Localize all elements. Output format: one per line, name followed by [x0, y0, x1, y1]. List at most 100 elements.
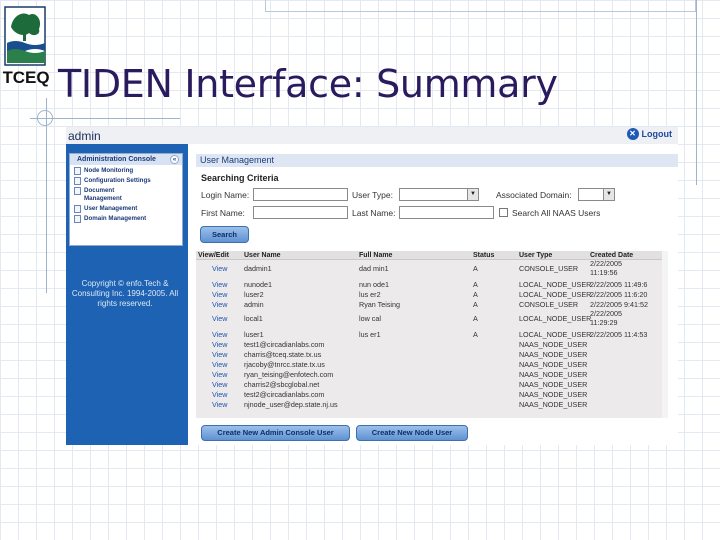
created-date-cell: 2/22/2005 11:4:53 [590, 330, 648, 339]
panel-title-text: Administration Console [77, 156, 156, 163]
user-name-cell: test1@circadianlabs.com [244, 340, 325, 349]
status-cell: A [473, 280, 478, 289]
logout-button[interactable]: ✕ Logout [626, 128, 673, 140]
full-name-cell: low cal [359, 314, 381, 323]
sidebar-item-node-monitoring[interactable]: Node Monitoring [70, 165, 182, 175]
created-time-cell: 11:19:56 [590, 268, 618, 277]
last-name-input[interactable] [399, 206, 494, 219]
user-type-cell: LOCAL_NODE_USER [519, 280, 592, 289]
created-date-cell: 2/22/2005 9:41:52 [590, 300, 648, 309]
view-link[interactable]: View [212, 315, 227, 323]
view-link[interactable]: View [212, 291, 227, 299]
search-button[interactable]: Search [200, 226, 249, 243]
sidebar-item-label: Document Management [84, 187, 122, 202]
created-date-cell: 2/22/2005 11:49:6 [590, 280, 648, 289]
view-link[interactable]: View [212, 301, 227, 309]
user-name-cell: rjacoby@tnrcc.state.tx.us [244, 360, 325, 369]
user-name-cell: njnode_user@dep.state.nj.us [244, 400, 338, 409]
status-cell: A [473, 300, 478, 309]
collapse-icon[interactable]: « [170, 155, 179, 164]
app-title: admin [68, 129, 101, 143]
column-header-status: Status [473, 252, 495, 259]
created-date-cell: 2/22/2005 [590, 259, 622, 268]
decorative-line [46, 98, 47, 293]
view-link[interactable]: View [212, 371, 227, 379]
first-name-input[interactable] [253, 206, 348, 219]
view-link[interactable]: View [212, 401, 227, 409]
tceq-logo: TCEQ [2, 5, 50, 89]
page-icon [74, 187, 81, 195]
user-type-select[interactable]: ▼ [399, 188, 479, 201]
status-cell: A [473, 314, 478, 323]
search-all-checkbox[interactable] [499, 208, 508, 217]
associated-domain-select[interactable]: ▼ [578, 188, 615, 201]
user-type-cell: NAAS_NODE_USER [519, 360, 588, 369]
full-name-cell: nun ode1 [359, 280, 389, 289]
decorative-frame [265, 0, 696, 12]
page-icon [74, 177, 81, 185]
decorative-line [696, 0, 697, 185]
login-name-input[interactable] [253, 188, 348, 201]
view-link[interactable]: View [212, 351, 227, 359]
view-link[interactable]: View [212, 265, 227, 273]
sidebar: Administration Console « Node Monitoring… [66, 144, 188, 445]
user-name-cell: ryan_teising@enfotech.com [244, 370, 334, 379]
criteria-title: Searching Criteria [201, 173, 279, 183]
user-type-cell: CONSOLE_USER [519, 300, 579, 309]
user-type-cell: LOCAL_NODE_USER [519, 290, 592, 299]
sidebar-item-domain-management[interactable]: Domain Management [70, 213, 182, 223]
user-type-cell: CONSOLE_USER [519, 264, 579, 273]
associated-domain-label: Associated Domain: [496, 190, 572, 200]
view-link[interactable]: View [212, 281, 227, 289]
user-name-cell: charris2@sbcglobal.net [244, 380, 320, 389]
created-date-cell: 2/22/2005 11:6:20 [590, 290, 648, 299]
user-type-cell: NAAS_NODE_USER [519, 400, 588, 409]
user-type-cell: LOCAL_NODE_USER [519, 330, 592, 339]
full-name-cell: lus er1 [359, 330, 381, 339]
view-link[interactable]: View [212, 391, 227, 399]
users-table: View/Edit User Name Full Name Status Use… [196, 251, 662, 418]
user-type-cell: NAAS_NODE_USER [519, 370, 588, 379]
section-title: User Management [196, 154, 678, 167]
column-header-created-date: Created Date [590, 252, 634, 259]
page-icon [74, 205, 81, 213]
logout-label: Logout [641, 129, 673, 139]
chevron-down-icon: ▼ [603, 189, 614, 200]
close-icon: ✕ [626, 128, 639, 140]
user-name-cell: local1 [244, 314, 263, 323]
status-cell: A [473, 330, 478, 339]
create-node-user-button[interactable]: Create New Node User [356, 425, 468, 441]
login-name-label: Login Name: [201, 190, 250, 200]
user-type-cell: NAAS_NODE_USER [519, 380, 588, 389]
status-cell: A [473, 290, 478, 299]
svg-text:TCEQ: TCEQ [3, 68, 49, 87]
user-name-cell: dadmin1 [244, 264, 272, 273]
sidebar-item-label: Configuration Settings [84, 177, 151, 184]
app-window: admin ✕ Logout Administration Console « … [66, 127, 678, 445]
user-type-cell: LOCAL_NODE_USER [519, 314, 592, 323]
sidebar-item-document-management[interactable]: Document Management [70, 185, 182, 203]
chevron-down-icon: ▼ [467, 189, 478, 200]
view-link[interactable]: View [212, 361, 227, 369]
view-link[interactable]: View [212, 331, 227, 339]
decorative-circle [37, 110, 53, 126]
table-scrollbar[interactable] [662, 251, 668, 418]
slide-title: TIDEN Interface: Summary [58, 62, 558, 106]
user-name-cell: luser2 [244, 290, 264, 299]
user-type-cell: NAAS_NODE_USER [519, 350, 588, 359]
create-admin-user-button[interactable]: Create New Admin Console User [201, 425, 350, 441]
first-name-label: First Name: [201, 208, 245, 218]
full-name-cell: lus er2 [359, 290, 381, 299]
user-type-cell: NAAS_NODE_USER [519, 390, 588, 399]
page-icon [74, 215, 81, 223]
view-link[interactable]: View [212, 381, 227, 389]
sidebar-item-user-management[interactable]: User Management [70, 203, 182, 213]
column-header-user-name: User Name [244, 252, 281, 259]
view-link[interactable]: View [212, 341, 227, 349]
sidebar-item-configuration-settings[interactable]: Configuration Settings [70, 175, 182, 185]
page-icon [74, 167, 81, 175]
last-name-label: Last Name: [352, 208, 396, 218]
user-name-cell: test2@circadianlabs.com [244, 390, 325, 399]
user-name-cell: luser1 [244, 330, 264, 339]
column-header-user-type: User Type [519, 252, 553, 259]
